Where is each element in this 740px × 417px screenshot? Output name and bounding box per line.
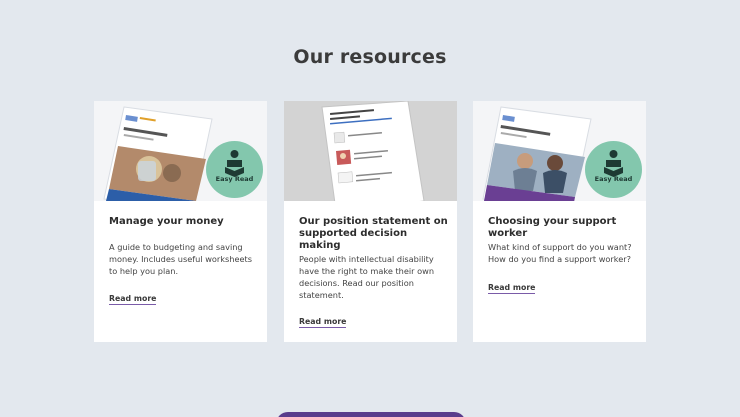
card-description: What kind of support do you want? How do… bbox=[488, 242, 632, 264]
card-description: People with intellectual disability have… bbox=[299, 254, 435, 300]
easy-read-label: Easy Read bbox=[594, 175, 633, 183]
easy-read-label: Easy Read bbox=[215, 175, 254, 183]
card-title: Our position statement on supported deci… bbox=[299, 216, 448, 251]
read-more-link[interactable]: Read more bbox=[109, 294, 157, 305]
card-title: Manage your money bbox=[109, 216, 224, 227]
document-preview-image bbox=[284, 101, 457, 201]
easy-read-badge: Easy Read bbox=[585, 141, 642, 198]
card-description: A guide to budgeting and saving money. I… bbox=[109, 242, 253, 276]
read-more-link[interactable]: Read more bbox=[488, 283, 536, 294]
reading-person-icon bbox=[604, 150, 623, 177]
section-title: Our resources bbox=[293, 46, 447, 68]
resource-card-manage-money: Easy Read Manage your money A guide to b… bbox=[94, 101, 267, 342]
easy-read-badge: Easy Read bbox=[206, 141, 263, 198]
booklet-cover-image: Easy Read bbox=[473, 101, 646, 201]
booklet-cover-image: Easy Read bbox=[94, 101, 267, 201]
view-all-button[interactable] bbox=[276, 412, 466, 417]
card-title: Choosing your support worker bbox=[488, 216, 617, 239]
resource-card-support-worker: Easy Read Choosing your support worker W… bbox=[473, 101, 646, 342]
reading-person-icon bbox=[225, 150, 244, 177]
read-more-link[interactable]: Read more bbox=[299, 317, 347, 328]
resource-card-position-statement: Our position statement on supported deci… bbox=[284, 101, 457, 342]
